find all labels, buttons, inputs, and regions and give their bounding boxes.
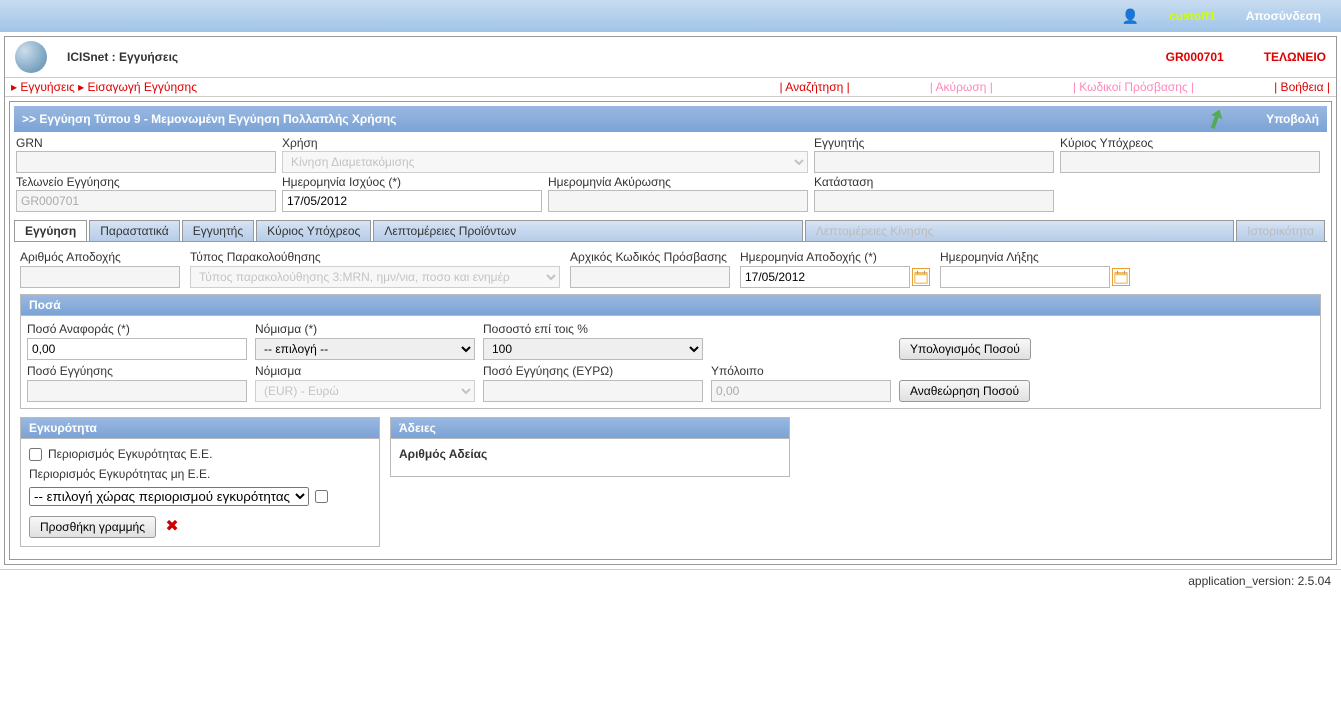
office-code: GR000701	[1166, 50, 1224, 64]
balance-label: Υπόλοιπο	[711, 364, 891, 378]
cancel-link: | Ακύρωση |	[930, 80, 993, 94]
eff-date-label: Ημερομηνία Ισχύος (*)	[282, 175, 542, 189]
app-title: ICISnet : Εγγυήσεις	[67, 50, 1166, 64]
search-link[interactable]: | Αναζήτηση |	[780, 80, 850, 94]
percent-label: Ποσοστό επί τοις %	[483, 322, 703, 336]
validity-line-checkbox[interactable]	[315, 490, 328, 503]
validity-country-select[interactable]: -- επιλογή χώρας περιορισμού εγκυρότητας…	[29, 487, 309, 506]
calendar-icon[interactable]	[912, 268, 930, 286]
license-no-label: Αριθμός Αδείας	[399, 447, 487, 461]
globe-icon	[15, 41, 47, 73]
username-label: custoff1	[1169, 9, 1216, 23]
tab-history: Ιστορικότητα	[1236, 220, 1325, 241]
restrict-non-eu-label: Περιορισμός Εγκυρότητας μη E.E.	[29, 467, 371, 481]
breadcrumb[interactable]: ▸ Εγγυήσεις ▸ Εισαγωγή Εγγύησης	[11, 80, 780, 94]
section-title-text: >> Εγγύηση Τύπου 9 - Μεμονωμένη Εγγύηση …	[22, 112, 1206, 126]
header-row: ICISnet : Εγγυήσεις GR000701 ΤΕΛΩΝΕΙΟ	[5, 37, 1336, 78]
office-label2: Τελωνείο Εγγύησης	[16, 175, 276, 189]
principal-label: Κύριος Υπόχρεος	[1060, 136, 1320, 150]
guar-amount-input	[27, 380, 247, 402]
restrict-eu-label: Περιορισμός Εγκυρότητας E.E.	[48, 447, 212, 461]
tab-guarantor[interactable]: Εγγυητής	[182, 220, 254, 241]
currency-label: Νόμισμα (*)	[255, 322, 475, 336]
tab-movement-details: Λεπτομέρειες Κίνησης	[805, 220, 1234, 241]
arrow-up-icon	[1203, 106, 1229, 132]
amounts-panel-title: Ποσά	[21, 295, 1320, 316]
principal-input	[1060, 151, 1320, 173]
submit-button[interactable]: Υποβολή	[1266, 112, 1319, 126]
init-code-label: Αρχικός Κωδικός Πρόσβασης	[570, 250, 730, 264]
calc-amount-button[interactable]: Υπολογισμός Ποσού	[899, 338, 1031, 360]
tab-principal[interactable]: Κύριος Υπόχρεος	[256, 220, 371, 241]
user-icon: 👤	[1122, 8, 1139, 25]
delete-icon[interactable]: ✖	[165, 518, 178, 535]
cancel-date-label: Ημερομηνία Ακύρωσης	[548, 175, 808, 189]
help-link[interactable]: | Βοήθεια |	[1274, 80, 1330, 94]
state-label: Κατάσταση	[814, 175, 1054, 189]
expiry-label: Ημερομηνία Λήξης	[940, 250, 1130, 264]
guar-eur-label: Ποσό Εγγύησης (ΕΥΡΩ)	[483, 364, 703, 378]
accept-date-label: Ημερομηνία Αποδοχής (*)	[740, 250, 930, 264]
init-code-input	[570, 266, 730, 288]
accept-no-label: Αριθμός Αποδοχής	[20, 250, 180, 264]
guar-amount-label: Ποσό Εγγύησης	[27, 364, 247, 378]
monitor-select: Τύπος παρακολούθησης 3:MRN, ημν/νια, ποσ…	[190, 266, 560, 288]
add-line-button[interactable]: Προσθήκη γραμμής	[29, 516, 156, 538]
accept-no-input	[20, 266, 180, 288]
review-amount-button[interactable]: Αναθεώρηση Ποσού	[899, 380, 1030, 402]
footer-version: application_version: 2.5.04	[0, 569, 1341, 592]
tab-documents[interactable]: Παραστατικά	[89, 220, 179, 241]
ref-amount-label: Ποσό Αναφοράς (*)	[27, 322, 247, 336]
expiry-input[interactable]	[940, 266, 1110, 288]
usage-select: Κίνηση Διαμετακόμισης	[282, 151, 808, 173]
state-input	[814, 190, 1054, 212]
office-input	[16, 190, 276, 212]
percent-select[interactable]: 100	[483, 338, 703, 360]
tab-product-details[interactable]: Λεπτομέρειες Προϊόντων	[373, 220, 802, 241]
usage-label: Χρήση	[282, 136, 808, 150]
access-codes-link: | Κωδικοί Πρόσβασης |	[1073, 80, 1194, 94]
validity-title: Εγκυρότητα	[21, 418, 379, 439]
monitor-label: Τύπος Παρακολούθησης	[190, 250, 560, 264]
logout-link[interactable]: Αποσύνδεση	[1246, 9, 1321, 23]
office-label: ΤΕΛΩΝΕΙΟ	[1264, 50, 1326, 64]
balance-input	[711, 380, 891, 402]
cancel-date-input	[548, 190, 808, 212]
currency2-select: (EUR) - Ευρώ	[255, 380, 475, 402]
guar-eur-input	[483, 380, 703, 402]
accept-date-input[interactable]	[740, 266, 910, 288]
licenses-title: Άδειες	[391, 418, 789, 439]
top-bar: 👤 custoff1 Αποσύνδεση	[0, 0, 1341, 32]
restrict-eu-checkbox[interactable]	[29, 448, 42, 461]
guarantor-label: Εγγυητής	[814, 136, 1054, 150]
currency2-label: Νόμισμα	[255, 364, 475, 378]
ref-amount-input[interactable]	[27, 338, 247, 360]
grn-label: GRN	[16, 136, 276, 150]
section-title: >> Εγγύηση Τύπου 9 - Μεμονωμένη Εγγύηση …	[14, 106, 1327, 132]
guarantor-input	[814, 151, 1054, 173]
tab-guarantee[interactable]: Εγγύηση	[14, 220, 87, 241]
eff-date-input[interactable]	[282, 190, 542, 212]
calendar-icon[interactable]	[1112, 268, 1130, 286]
grn-input	[16, 151, 276, 173]
currency-select[interactable]: -- επιλογή --	[255, 338, 475, 360]
